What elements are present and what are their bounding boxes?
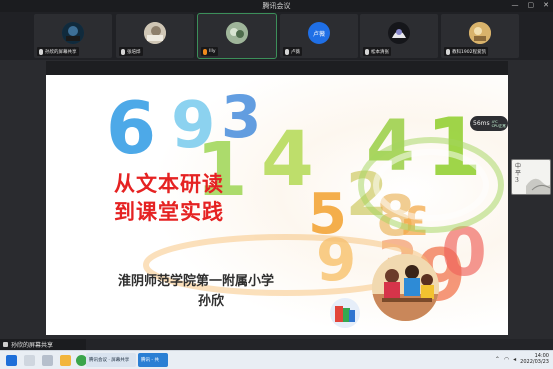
device-status: 4℃ CPU正常 xyxy=(492,120,506,128)
slide-school: 淮阴师范学院第一附属小学 xyxy=(118,274,275,289)
participant-label: 张培烨 xyxy=(119,47,143,56)
meeting-app: 腾讯会议 — ▢ ✕ 孙欣的屏幕共享 张培烨 Illy 卢薇 卢薇 松本清张 教… xyxy=(0,0,553,369)
participant-label: Illy xyxy=(201,47,218,56)
avatar xyxy=(388,22,410,44)
participant-name: 松本清张 xyxy=(371,49,389,55)
participant-tile-active[interactable]: Illy xyxy=(197,13,277,59)
taskbar-app-share[interactable]: 腾讯 - 共 xyxy=(138,353,168,367)
participant-name: Illy xyxy=(209,49,216,54)
participant-tile[interactable]: 松本清张 xyxy=(360,14,438,58)
mic-icon xyxy=(39,48,43,55)
minimize-icon[interactable]: — xyxy=(512,1,519,9)
slide-top-bar xyxy=(46,61,508,75)
mic-active-icon xyxy=(203,48,207,55)
thumbnail-art xyxy=(526,178,550,194)
participant-label: 孙欣的屏幕共享 xyxy=(37,47,79,56)
volume-icon[interactable]: ◂ xyxy=(513,356,516,363)
window-controls: — ▢ ✕ xyxy=(512,1,550,9)
classroom-photo xyxy=(372,254,439,321)
participant-tile[interactable]: 教科1902程爱凯 xyxy=(441,14,519,58)
windows-start-icon[interactable] xyxy=(6,355,17,366)
participant-tile[interactable]: 孙欣的屏幕共享 xyxy=(34,14,112,58)
participant-strip: 孙欣的屏幕共享 张培烨 Illy 卢薇 卢薇 松本清张 教科1902程爱凯 xyxy=(0,12,553,60)
avatar xyxy=(62,22,84,44)
slide-presenter: 孙欣 xyxy=(198,294,225,309)
chevron-up-icon[interactable]: ⌃ xyxy=(495,356,500,363)
participant-name: 张培烨 xyxy=(127,49,141,55)
task-view-icon[interactable] xyxy=(42,355,53,366)
window-titlebar: 腾讯会议 — ▢ ✕ xyxy=(0,0,553,12)
close-icon[interactable]: ✕ xyxy=(543,1,549,9)
windows-taskbar: 腾讯会议 · 屏幕共享 腾讯 - 共 ⌃ ◠ ◂ 14:00 2022/03/2… xyxy=(0,350,553,369)
mic-icon xyxy=(365,48,369,55)
avatar xyxy=(144,22,166,44)
latency-value: 56ms xyxy=(473,120,490,127)
svg-text:4: 4 xyxy=(261,114,314,203)
mic-icon xyxy=(285,48,289,55)
participant-name: 孙欣的屏幕共享 xyxy=(45,49,77,55)
window-title: 腾讯会议 xyxy=(262,2,291,10)
taskbar-app-meeting[interactable]: 腾讯会议 · 屏幕共享 xyxy=(86,353,136,367)
taskbar-app-label: 腾讯 - 共 xyxy=(141,358,159,363)
participant-tile[interactable]: 卢薇 卢薇 xyxy=(280,14,358,58)
share-icon xyxy=(3,342,8,347)
wifi-icon[interactable]: ◠ xyxy=(504,356,509,363)
participant-tile[interactable]: 张培烨 xyxy=(116,14,194,58)
avatar: 卢薇 xyxy=(308,22,330,44)
books-illustration xyxy=(330,298,360,328)
taskbar-app-label: 腾讯会议 · 屏幕共享 xyxy=(89,358,130,363)
svg-text:6: 6 xyxy=(106,86,156,170)
mic-icon xyxy=(121,48,125,55)
slide-title: 从文本研读 到课堂实践 xyxy=(114,170,224,226)
participant-name: 卢薇 xyxy=(291,49,300,55)
avatar-text: 卢薇 xyxy=(312,30,325,38)
slide-title-line2: 到课堂实践 xyxy=(114,199,224,224)
participant-label: 松本清张 xyxy=(363,47,391,56)
avatar xyxy=(226,22,248,44)
system-tray: ⌃ ◠ ◂ 14:00 2022/03/23 xyxy=(495,353,549,365)
file-explorer-icon[interactable] xyxy=(60,355,71,366)
mic-icon xyxy=(446,48,450,55)
floating-thumbnail[interactable]: 中 平 3 xyxy=(511,159,551,195)
search-icon[interactable] xyxy=(24,355,35,366)
participant-name: 教科1902程爱凯 xyxy=(452,49,486,55)
network-status-badge[interactable]: 56ms 4℃ CPU正常 xyxy=(470,116,508,131)
maximize-icon[interactable]: ▢ xyxy=(528,1,535,9)
clock-date: 2022/03/23 xyxy=(520,359,549,365)
avatar xyxy=(469,22,491,44)
slide-title-line1: 从文本研读 xyxy=(114,171,224,196)
screen-share-indicator[interactable]: 孙欣的屏幕共享 xyxy=(0,339,86,350)
system-clock[interactable]: 14:00 2022/03/23 xyxy=(520,353,549,365)
participant-label: 教科1902程爱凯 xyxy=(444,47,488,56)
participant-label: 卢薇 xyxy=(283,47,302,56)
share-label-text: 孙欣的屏幕共享 xyxy=(11,342,54,349)
status-line-2: CPU正常 xyxy=(491,123,506,128)
